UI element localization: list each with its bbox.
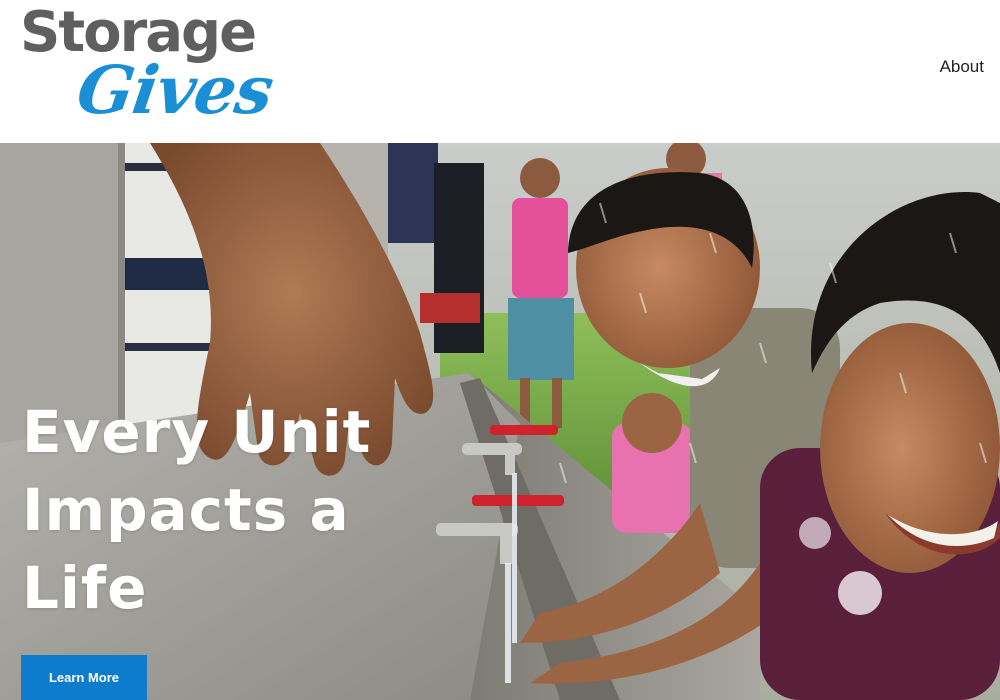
hero-headline-line-2: Impacts a	[22, 476, 350, 544]
hero-headline-line-1: Every Unit	[22, 398, 372, 466]
storage-gives-logo[interactable]: Storage Gives	[18, 2, 277, 134]
nav-link-about[interactable]: About	[940, 57, 984, 77]
logo-text-gives: Gives	[72, 51, 278, 129]
hero-headline-line-3: Life	[22, 554, 148, 622]
site-header: Storage Gives About	[0, 0, 1000, 143]
learn-more-button[interactable]: Learn More	[21, 655, 147, 700]
hero-section: Every Unit Impacts a Life Learn More	[0, 143, 1000, 700]
hero-headline: Every Unit Impacts a Life	[22, 393, 442, 627]
